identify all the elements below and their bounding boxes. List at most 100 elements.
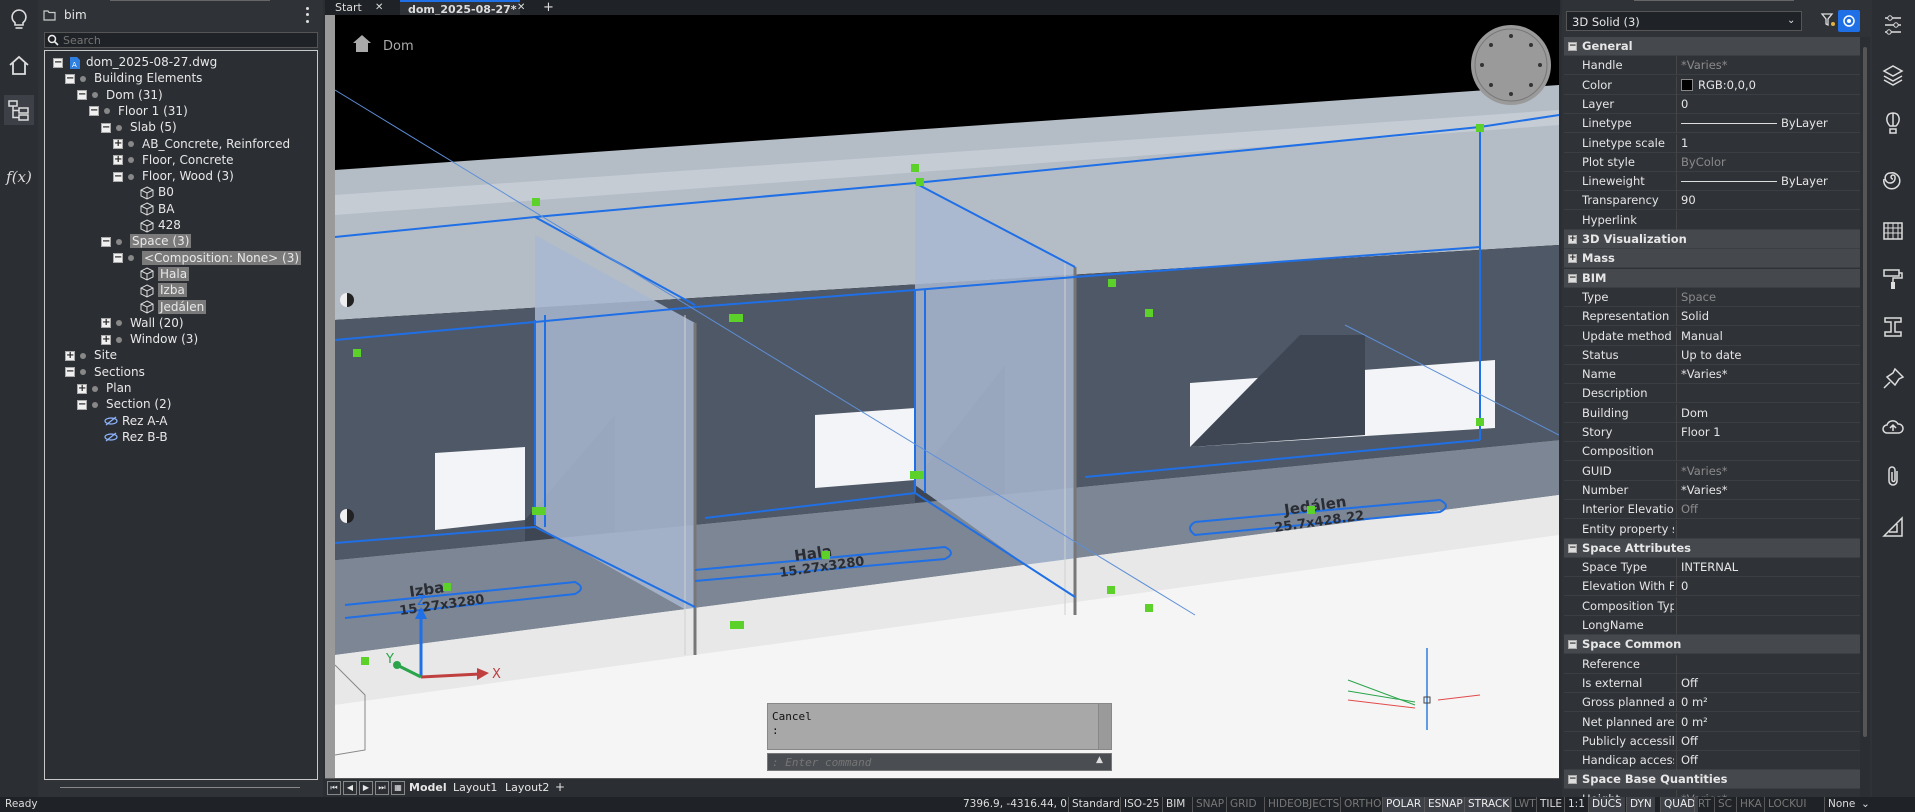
library-icon[interactable] — [1878, 216, 1908, 246]
property-row[interactable]: Entity property s — [1564, 519, 1860, 539]
status-toggle-esnap[interactable]: ESNAP — [1424, 797, 1466, 812]
property-value[interactable]: Off — [1676, 673, 1858, 693]
property-row[interactable]: Handle *Varies* — [1564, 56, 1860, 76]
property-value[interactable]: Off — [1676, 751, 1858, 771]
collapse-toggle-icon[interactable]: − — [65, 367, 75, 378]
status-toggle-rt[interactable]: RT — [1694, 797, 1714, 812]
collapse-toggle-icon[interactable]: − — [53, 57, 63, 68]
drawing-viewport[interactable]: Izba Hala Jedálen 15.27x3280 15.27x3280 … — [325, 15, 1559, 778]
property-value[interactable] — [1676, 616, 1858, 635]
collapse-toggle-icon[interactable]: − — [101, 122, 111, 133]
property-value[interactable]: Floor 1 — [1676, 423, 1858, 442]
status-toggle-strack[interactable]: STRACK — [1464, 797, 1513, 812]
collapse-toggle-icon[interactable]: − — [101, 236, 111, 247]
last-layout-icon[interactable]: ⏭ — [375, 781, 389, 795]
close-tab-icon[interactable]: ✕ — [375, 0, 383, 15]
expand-toggle-icon[interactable]: + — [77, 383, 87, 394]
property-value[interactable]: ByLayer — [1676, 172, 1858, 192]
status-toggle-snap[interactable]: SNAP — [1192, 797, 1227, 812]
property-row[interactable]: Gross planned ar 0 m² — [1564, 693, 1860, 713]
tree-search-field[interactable] — [44, 32, 318, 48]
property-row[interactable]: Number *Varies* — [1564, 480, 1860, 500]
search-input[interactable] — [63, 33, 313, 47]
property-section[interactable]: − General — [1564, 37, 1860, 56]
tree-item-section-rez-b-b[interactable]: Rez B-B — [89, 428, 168, 447]
status-toggle-dyn[interactable]: DYN — [1626, 797, 1655, 812]
property-value[interactable] — [1676, 210, 1858, 230]
status-toggle-1-1[interactable]: 1:1 — [1564, 797, 1588, 812]
property-row[interactable]: Layer 0 — [1564, 94, 1860, 114]
property-row[interactable]: Description — [1564, 384, 1860, 404]
status-toggle-ducs[interactable]: DUCS — [1588, 797, 1625, 812]
property-row[interactable]: Interior Elevation Off — [1564, 500, 1860, 520]
property-row[interactable]: Update method Manual — [1564, 326, 1860, 346]
status-coordinates[interactable]: 7396.9, -4316.44, 0 — [960, 797, 1070, 812]
collapse-section-icon[interactable]: − — [1568, 273, 1577, 283]
property-row[interactable]: Elevation With F0 — [1564, 577, 1860, 597]
status-toggle-hka[interactable]: HKA — [1736, 797, 1765, 812]
property-section[interactable]: − Space Common — [1564, 635, 1860, 655]
status-toggle-lwt[interactable]: LWT — [1510, 797, 1539, 812]
expand-toggle-icon[interactable]: + — [113, 139, 123, 149]
property-value[interactable] — [1676, 596, 1858, 616]
property-value[interactable] — [1676, 519, 1858, 539]
status-toggle-bim[interactable]: BIM — [1162, 797, 1188, 812]
home-icon[interactable] — [4, 50, 34, 80]
property-row[interactable]: Composition — [1564, 442, 1860, 462]
pushpin-icon[interactable] — [1878, 364, 1908, 394]
property-row[interactable]: Handicap access Off — [1564, 751, 1860, 771]
property-row[interactable]: LongName — [1564, 616, 1860, 635]
property-row[interactable]: Story Floor 1 — [1564, 423, 1860, 442]
collapse-toggle-icon[interactable]: − — [113, 253, 123, 264]
property-value[interactable]: Space — [1676, 287, 1858, 307]
properties-sliders-icon[interactable] — [1878, 10, 1908, 40]
chevron-up-icon[interactable]: ▲ — [1096, 755, 1103, 765]
property-row[interactable]: Hyperlink — [1564, 210, 1860, 230]
property-row[interactable]: GUID *Varies* — [1564, 461, 1860, 481]
property-value[interactable]: *Varies* — [1676, 56, 1858, 76]
home-icon[interactable] — [351, 33, 373, 56]
lightbulb-icon[interactable] — [4, 5, 34, 35]
property-value[interactable]: 0 m² — [1676, 712, 1858, 732]
tab-model[interactable]: Model — [409, 781, 447, 794]
property-value[interactable]: *Varies* — [1676, 480, 1858, 500]
drafting-tools-icon[interactable] — [1878, 512, 1908, 542]
expand-toggle-icon[interactable]: + — [65, 350, 75, 361]
collapse-toggle-icon[interactable]: − — [77, 399, 87, 410]
tab-start[interactable]: Start — [335, 0, 362, 15]
formula-icon[interactable]: f(x) — [4, 162, 34, 192]
tab-layout1[interactable]: Layout1 — [453, 781, 497, 794]
property-row[interactable]: Is external Off — [1564, 673, 1860, 693]
collapse-toggle-icon[interactable]: − — [89, 106, 99, 117]
property-value[interactable]: Manual — [1676, 326, 1858, 346]
property-value[interactable]: Off — [1676, 731, 1858, 751]
expand-toggle-icon[interactable]: + — [101, 334, 111, 345]
status-toggle-hideobjects[interactable]: HIDEOBJECTS — [1264, 797, 1342, 812]
collapse-toggle-icon[interactable]: − — [77, 90, 87, 101]
panel-scrollbar[interactable] — [60, 787, 300, 788]
command-scrollbar[interactable] — [1098, 704, 1111, 749]
more-options-icon[interactable] — [303, 5, 311, 25]
property-row[interactable]: Color RGB:0,0,0 — [1564, 75, 1860, 95]
property-row[interactable]: Linetype scale 1 — [1564, 133, 1860, 153]
property-row[interactable]: Composition Typ — [1564, 596, 1860, 616]
property-value[interactable]: *Varies* — [1676, 365, 1858, 385]
panel-grip[interactable] — [110, 0, 270, 3]
property-row[interactable]: Space Type INTERNAL — [1564, 558, 1860, 578]
status-toggle-tile[interactable]: TILE — [1536, 797, 1565, 812]
expand-section-icon[interactable]: + — [1568, 254, 1577, 264]
property-value[interactable]: 0 — [1676, 94, 1858, 114]
collapse-toggle-icon[interactable]: − — [113, 171, 123, 182]
status-toggle-standard[interactable]: Standard — [1068, 797, 1123, 812]
status-menu-chevron-icon[interactable]: ⌄ — [1858, 797, 1873, 812]
property-value[interactable]: Solid — [1676, 307, 1858, 327]
property-value[interactable]: 0 m² — [1676, 693, 1858, 713]
tab-layout2[interactable]: Layout2 — [505, 781, 549, 794]
expand-toggle-icon[interactable]: + — [101, 318, 111, 329]
status-toggle-grid[interactable]: GRID — [1226, 797, 1260, 812]
property-section[interactable]: +3D Visualization — [1564, 230, 1860, 249]
add-layout-icon[interactable]: + — [555, 780, 565, 794]
prev-layout-icon[interactable]: ◀ — [343, 781, 357, 795]
property-section[interactable]: − Space Attributes — [1564, 538, 1860, 558]
status-toggle-polar[interactable]: POLAR — [1382, 797, 1425, 812]
